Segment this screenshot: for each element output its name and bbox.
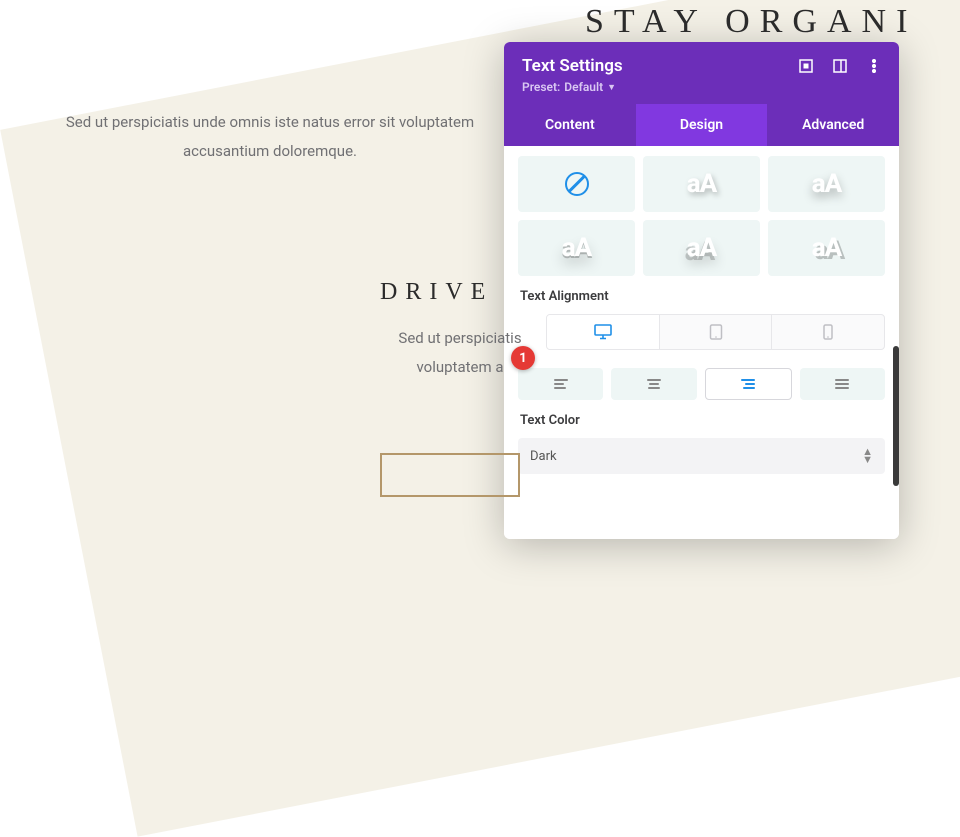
tab-content[interactable]: Content [504, 104, 636, 146]
cta-button-outline[interactable] [380, 453, 520, 497]
panel-tabs: Content Design Advanced [504, 104, 899, 146]
page-paragraph-2-line2: voluptatem a [416, 358, 503, 376]
preset-label: Preset: [522, 80, 560, 94]
text-settings-panel: Text Settings Preset: Default ▼ Content … [504, 42, 899, 539]
text-style-shadow-1[interactable]: aA [643, 156, 760, 212]
text-color-select[interactable]: Dark ▲▼ [518, 438, 885, 474]
device-phone[interactable] [772, 315, 884, 349]
more-icon[interactable] [867, 59, 881, 73]
page-paragraph-2-line1: Sed ut perspiciatis [398, 329, 521, 347]
panel-header[interactable]: Text Settings Preset: Default ▼ [504, 42, 899, 104]
preset-selector[interactable]: Preset: Default ▼ [522, 80, 623, 94]
align-center[interactable] [611, 368, 696, 400]
tab-advanced[interactable]: Advanced [767, 104, 899, 146]
text-style-shadow-2[interactable]: aA [768, 156, 885, 212]
label-text-color: Text Color [520, 413, 885, 428]
page-heading-stay-organized: STAY ORGANI [585, 3, 917, 41]
chevron-down-icon: ▼ [607, 82, 616, 93]
page-paragraph-2: Sed ut perspiciatis voluptatem a [310, 324, 610, 383]
panel-title: Text Settings [522, 56, 623, 76]
page-paragraph-1: Sed ut perspiciatis unde omnis iste natu… [55, 108, 485, 165]
label-text-alignment: Text Alignment [520, 289, 885, 304]
text-style-shadow-3[interactable]: aA [518, 220, 635, 276]
device-tablet[interactable] [660, 315, 773, 349]
text-style-shadow-4[interactable]: aA [643, 220, 760, 276]
text-style-none[interactable] [518, 156, 635, 212]
text-style-shadow-5[interactable]: aA [768, 220, 885, 276]
align-right[interactable] [705, 368, 792, 400]
align-justify[interactable] [800, 368, 885, 400]
expand-icon[interactable] [799, 59, 813, 73]
panel-scrollbar[interactable] [893, 346, 899, 486]
select-chevron-icon: ▲▼ [862, 448, 873, 464]
page-heading-drive: DRIVE [380, 279, 493, 306]
dock-icon[interactable] [833, 59, 847, 73]
text-color-value: Dark [530, 449, 557, 464]
annotation-marker-1: 1 [511, 346, 535, 370]
tab-design[interactable]: Design [636, 104, 768, 146]
preset-value: Default [564, 80, 603, 94]
